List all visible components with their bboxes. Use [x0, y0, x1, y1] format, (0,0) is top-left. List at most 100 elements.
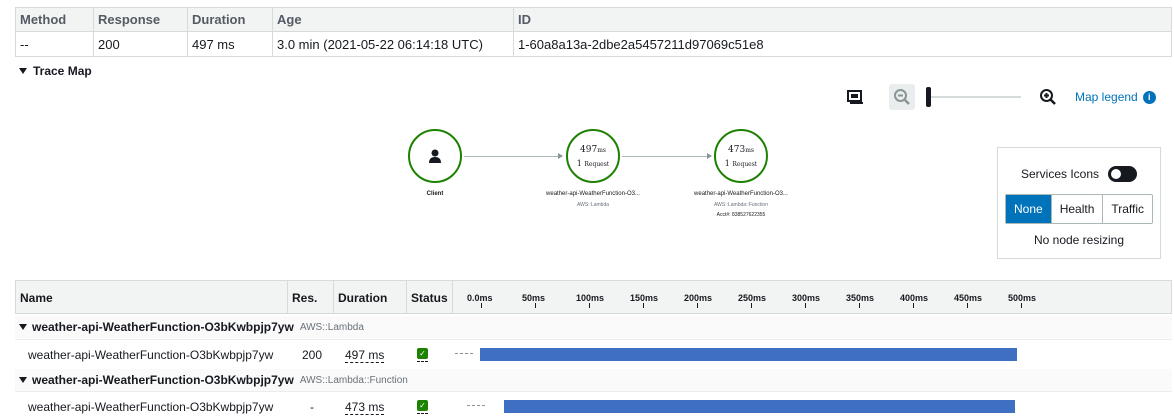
- services-icons-toggle[interactable]: [1108, 166, 1138, 182]
- segment-none[interactable]: None: [1006, 195, 1052, 223]
- edge-client-to-lambda: [464, 156, 559, 157]
- timeline-tick-label: 350ms: [846, 293, 875, 303]
- caret-down-icon: [19, 324, 27, 330]
- map-toolbar: Map legend i: [843, 84, 1163, 110]
- node-requests: 1 Request: [725, 159, 757, 168]
- value-response: 200: [94, 32, 188, 56]
- node-lambda-function[interactable]: 473ms 1 Request: [714, 129, 768, 183]
- segment-name: weather-api-WeatherFunction-O3bKwbpjp7yw: [28, 348, 274, 362]
- value-duration: 497 ms: [188, 32, 273, 56]
- status-ok-icon[interactable]: ✓: [417, 400, 428, 411]
- zoom-out-button[interactable]: [889, 84, 915, 110]
- col-res[interactable]: Res.: [288, 281, 334, 314]
- node-ms-value: 497: [580, 144, 598, 155]
- status-ok-icon[interactable]: ✓: [417, 348, 428, 359]
- segment-response: 200: [301, 348, 323, 362]
- status-underline: [417, 361, 428, 362]
- header-id: ID: [518, 12, 531, 27]
- caret-down-icon: [19, 68, 27, 74]
- timeline-tick-label: 50ms: [522, 293, 546, 303]
- segment-response: -: [310, 400, 314, 414]
- segment-row[interactable]: weather-api-WeatherFunction-O3bKwbpjp7yw…: [15, 391, 1172, 419]
- zoom-slider-handle[interactable]: [926, 87, 931, 107]
- resize-note: No node resizing: [1033, 233, 1125, 247]
- segment-duration[interactable]: 497 ms: [345, 348, 385, 363]
- timeline-tick-label: 300ms: [792, 293, 821, 303]
- arrowhead-icon: [558, 153, 563, 159]
- timeline-tick-mark: [697, 303, 698, 308]
- node-req-label: Request: [584, 160, 610, 168]
- edge-lambda-to-function: [622, 156, 708, 157]
- col-duration[interactable]: Duration: [334, 281, 407, 314]
- node-ms-unit: ms: [597, 146, 606, 154]
- node-req-count: 1: [724, 158, 730, 168]
- col-status[interactable]: Status: [407, 281, 453, 314]
- arrowhead-icon: [707, 153, 712, 159]
- fit-screen-icon: [847, 90, 863, 104]
- node-lambda-function-label: weather-api-WeatherFunction-O3...: [694, 191, 788, 197]
- node-resize-segmented-control: None Health Traffic: [1005, 194, 1154, 224]
- timeline-tick-mark: [1021, 303, 1022, 308]
- fit-to-screen-button[interactable]: [843, 84, 869, 110]
- segment-name: weather-api-WeatherFunction-O3bKwbpjp7yw: [28, 400, 274, 414]
- col-name[interactable]: Name: [16, 281, 288, 314]
- timeline-tick-mark: [859, 303, 860, 308]
- timeline-tick-label: 250ms: [738, 293, 767, 303]
- node-ms-value: 473: [728, 144, 746, 155]
- status-underline: [417, 413, 428, 414]
- timeline-tick-mark: [751, 303, 752, 308]
- timeline-tick-label: 0.0ms: [467, 293, 493, 303]
- node-client-label: Client: [426, 191, 444, 197]
- zoom-slider-track[interactable]: [928, 96, 1021, 98]
- node-lambda-function-account: Acct#: 838527622355: [716, 212, 766, 218]
- services-icons-label: Services Icons: [1021, 167, 1100, 181]
- node-lambda-function-type: AWS::Lambda::Function: [713, 202, 768, 208]
- timeline-gap: [466, 405, 485, 406]
- map-legend-link[interactable]: Map legend i: [1075, 90, 1156, 104]
- header-age: Age: [273, 8, 514, 31]
- timeline-tick-label: 500ms: [1008, 293, 1037, 303]
- group-type: AWS::Lambda: [299, 321, 364, 333]
- timeline-tick-label: 400ms: [900, 293, 929, 303]
- summary-header-row: Method Response Duration Age ID: [16, 8, 1171, 32]
- timeline-tick-label: 150ms: [630, 293, 659, 303]
- trace-map-graph: Client 497ms 1 Request weather-api-Weath…: [400, 125, 820, 225]
- zoom-in-icon: [1040, 89, 1056, 105]
- node-lambda-service-type: AWS::Lambda: [576, 202, 610, 208]
- zoom-in-button[interactable]: [1035, 84, 1061, 110]
- segment-traffic[interactable]: Traffic: [1103, 195, 1152, 223]
- group-name: weather-api-WeatherFunction-O3bKwbpjp7yw: [32, 320, 294, 334]
- segment-health[interactable]: Health: [1052, 195, 1104, 223]
- group-row-lambda[interactable]: weather-api-WeatherFunction-O3bKwbpjp7yw…: [15, 316, 1172, 338]
- value-method: --: [16, 32, 94, 56]
- group-type: AWS::Lambda::Function: [299, 374, 408, 386]
- timeline-tick-label: 450ms: [954, 293, 983, 303]
- map-options-panel: Services Icons None Health Traffic No no…: [997, 147, 1161, 259]
- timeline-bar[interactable]: [480, 348, 1017, 361]
- timeline-tick-mark: [967, 303, 968, 308]
- segment-row[interactable]: weather-api-WeatherFunction-O3bKwbpjp7yw…: [15, 339, 1172, 369]
- value-id: 1-60a8a13a-2dbe2a5457211d97069c51e8: [518, 36, 764, 52]
- info-icon: i: [1142, 90, 1156, 104]
- timeline-bar[interactable]: [503, 400, 1015, 413]
- timeline-tick-mark: [805, 303, 806, 308]
- trace-map-title: Trace Map: [33, 64, 92, 78]
- timeline-tick-mark: [589, 303, 590, 308]
- group-name: weather-api-WeatherFunction-O3bKwbpjp7yw: [32, 373, 294, 387]
- header-method: Method: [16, 8, 94, 31]
- node-lambda-service[interactable]: 497ms 1 Request: [566, 129, 620, 183]
- map-legend-label: Map legend: [1075, 90, 1138, 104]
- trace-summary-table: Method Response Duration Age ID -- 200 4…: [15, 7, 1172, 57]
- header-response: Response: [94, 8, 188, 31]
- timeline-tick-mark: [643, 303, 644, 308]
- user-icon: [429, 149, 441, 163]
- timeline-gap: [455, 353, 473, 354]
- segment-duration[interactable]: 473 ms: [345, 400, 385, 415]
- zoom-out-icon: [894, 89, 910, 105]
- summary-value-row: -- 200 497 ms 3.0 min (2021-05-22 06:14:…: [16, 32, 1171, 56]
- value-age: 3.0 min (2021-05-22 06:14:18 UTC): [273, 32, 514, 56]
- node-req-count: 1: [576, 158, 582, 168]
- group-row-function[interactable]: weather-api-WeatherFunction-O3bKwbpjp7yw…: [15, 369, 1172, 391]
- trace-map-toggle[interactable]: Trace Map: [19, 64, 92, 78]
- node-client[interactable]: [408, 129, 462, 183]
